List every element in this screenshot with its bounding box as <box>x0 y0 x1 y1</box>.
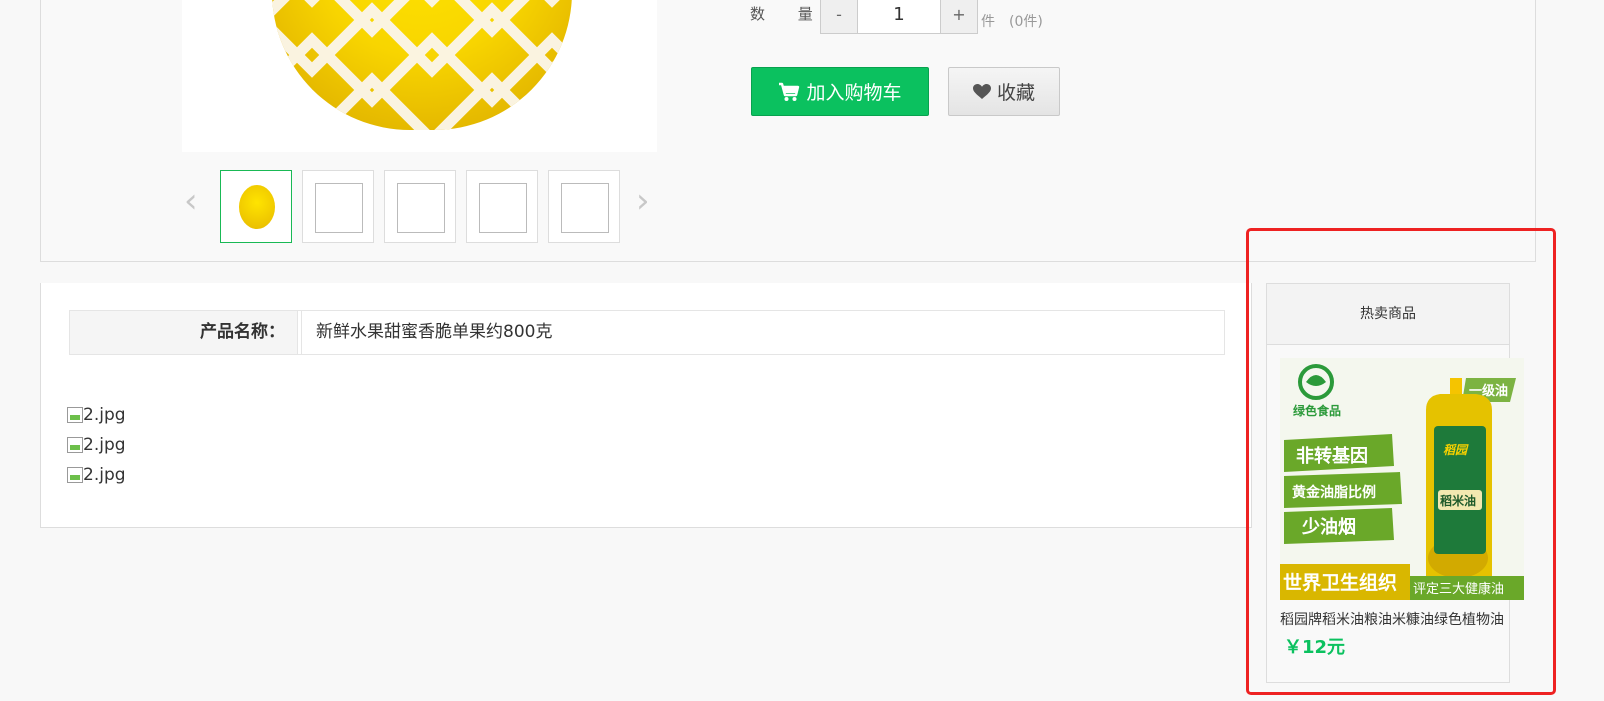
pear-thumbnail-image <box>239 185 275 229</box>
spec-label: 产品名称： <box>70 311 298 354</box>
product-detail-panel: 产品名称： 新鲜水果甜蜜香脆单果约800克 2.jpg 2.jpg 2.jpg <box>40 283 1252 528</box>
quantity-stepper: - 1 + <box>820 0 978 34</box>
spec-row-product-name: 产品名称： 新鲜水果甜蜜香脆单果约800克 <box>69 310 1225 355</box>
thumbnail-1[interactable] <box>220 170 292 243</box>
broken-image-icon <box>67 467 83 483</box>
quantity-plus-button[interactable]: + <box>941 0 977 33</box>
cart-icon <box>779 82 800 101</box>
highlight-box <box>1246 228 1556 695</box>
broken-image-icon <box>479 183 527 233</box>
detail-image: 2.jpg <box>67 430 126 460</box>
quantity-label: 数 量 <box>750 5 827 23</box>
thumb-prev-arrow[interactable]: ‹ <box>184 184 198 218</box>
heart-icon <box>972 83 991 99</box>
broken-image-icon <box>315 183 363 233</box>
favorite-label: 收藏 <box>996 82 1035 104</box>
broken-image-icon <box>397 183 445 233</box>
image-alt-text: 2.jpg <box>83 435 126 455</box>
thumbnail-2[interactable] <box>302 170 374 243</box>
foam-net-graphic <box>272 0 572 130</box>
image-alt-text: 2.jpg <box>83 465 126 485</box>
broken-image-icon <box>561 183 609 233</box>
add-to-cart-button[interactable]: 加入购物车 <box>751 67 929 116</box>
thumb-next-arrow[interactable]: › <box>636 184 650 218</box>
spec-value: 新鲜水果甜蜜香脆单果约800克 <box>301 311 1224 354</box>
main-product-image <box>182 0 657 152</box>
thumbnail-strip <box>220 170 630 243</box>
detail-image-list: 2.jpg 2.jpg 2.jpg <box>67 400 126 490</box>
broken-image-icon <box>67 437 83 453</box>
thumbnail-4[interactable] <box>466 170 538 243</box>
thumbnail-3[interactable] <box>384 170 456 243</box>
detail-image: 2.jpg <box>67 460 126 490</box>
quantity-input[interactable]: 1 <box>857 0 941 33</box>
add-to-cart-label: 加入购物车 <box>806 82 902 104</box>
quantity-minus-button[interactable]: - <box>821 0 857 33</box>
quantity-unit: 件 <box>981 14 995 30</box>
pear-image <box>272 0 572 130</box>
favorite-button[interactable]: 收藏 <box>948 67 1060 116</box>
thumbnail-5[interactable] <box>548 170 620 243</box>
broken-image-icon <box>67 407 83 423</box>
image-alt-text: 2.jpg <box>83 405 126 425</box>
stock-count: (0件) <box>1009 14 1043 30</box>
detail-image: 2.jpg <box>67 400 126 430</box>
